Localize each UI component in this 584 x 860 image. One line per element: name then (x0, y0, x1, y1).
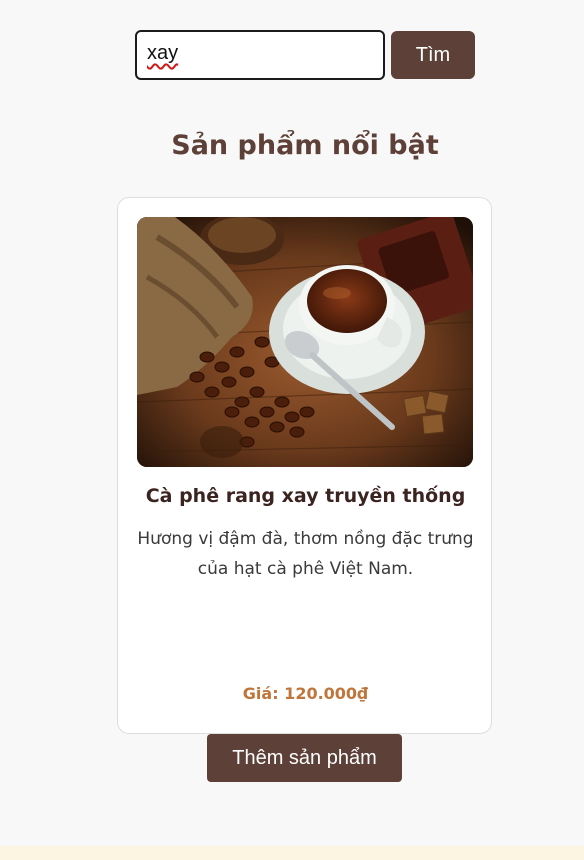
search-field-wrapper: xay (135, 30, 385, 80)
search-input[interactable] (135, 30, 385, 80)
product-price: Giá: 120.000₫ (242, 684, 369, 703)
section-title: Sản phẩm nổi bật (171, 130, 439, 161)
product-description: Hương vị đậm đà, thơm nồng đặc trưng của… (137, 529, 474, 579)
add-product-button[interactable]: Thêm sản phẩm (207, 734, 402, 782)
footer-strip (0, 846, 584, 860)
page: xay Tìm Sản phẩm nổi bật Cà phê rang xay… (0, 0, 584, 860)
search-button[interactable]: Tìm (391, 31, 475, 79)
coffee-photo (137, 217, 473, 467)
product-image (137, 217, 473, 467)
search-bar: xay Tìm (135, 30, 475, 80)
product-name: Cà phê rang xay truyền thống (145, 485, 466, 507)
product-card: Cà phê rang xay truyền thống Hương vị đậ… (117, 197, 492, 734)
